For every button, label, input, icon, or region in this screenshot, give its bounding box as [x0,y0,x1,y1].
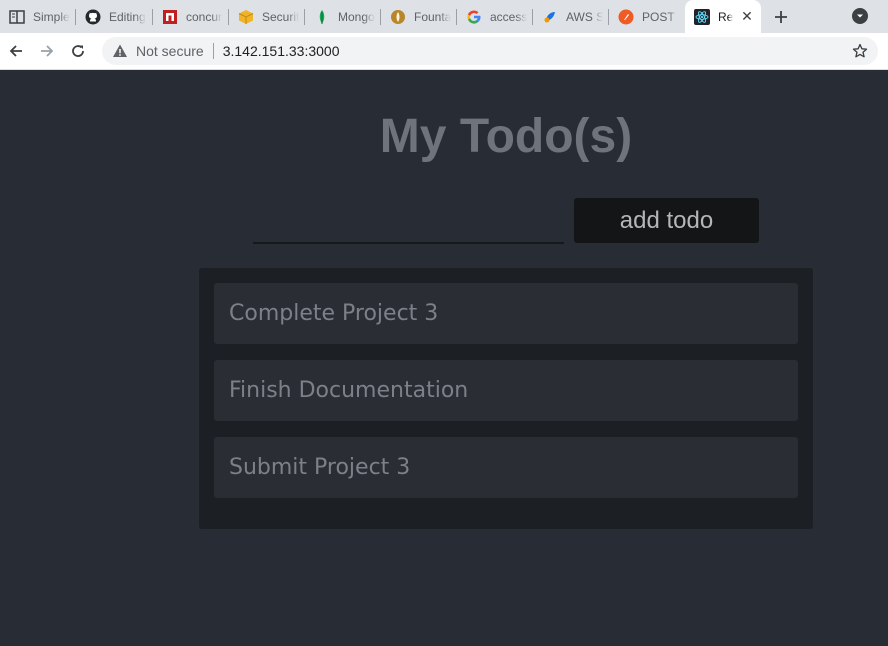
reload-icon [72,45,84,57]
tab-search-button[interactable] [852,8,868,24]
tab-access[interactable]: access [457,0,533,33]
reload-button[interactable] [64,37,92,65]
google-icon [466,9,482,25]
tab-label: Mongo [338,9,375,24]
package-icon [238,9,254,25]
chevron-down-icon [857,14,863,18]
browser-toolbar: Not secure 3.142.151.33:3000 [0,33,888,70]
tab-label: Simple [33,9,70,24]
page-content: My Todo(s) add todo Complete Project 3 F… [0,70,888,646]
leaf-icon [314,9,330,25]
plus-icon [775,11,787,23]
react-icon [694,8,710,25]
warning-icon[interactable] [112,43,128,59]
aws-icon [542,9,558,25]
close-tab-icon[interactable]: ✕ [739,8,755,25]
fountain-icon [390,9,406,25]
todo-input[interactable] [253,216,564,244]
tab-label: Founta [414,9,451,24]
add-todo-button[interactable]: add todo [574,198,759,243]
postman-icon [618,9,634,25]
tab-mongo[interactable]: Mongo [305,0,381,33]
new-tab-button[interactable] [767,3,795,31]
bookmark-star-icon[interactable] [852,43,868,59]
tab-label: Securit [262,9,299,24]
forward-arrow-icon [41,45,54,57]
todo-item[interactable]: Finish Documentation [214,360,798,421]
url-text[interactable]: 3.142.151.33:3000 [223,43,340,59]
tab-aws[interactable]: AWS S [533,0,609,33]
tab-label: Re [718,9,734,24]
todo-item[interactable]: Complete Project 3 [214,283,798,344]
todo-list: Complete Project 3 Finish Documentation … [199,268,813,529]
todo-item[interactable]: Submit Project 3 [214,437,798,498]
n-logo-icon [162,9,178,25]
page-title: My Todo(s) [379,110,633,163]
address-divider [212,43,214,59]
tab-label: concur [186,9,223,24]
tab-label: access [490,9,527,24]
tab-label: POST - [642,9,679,24]
book-icon [9,9,25,25]
tab-label: Editing [109,9,146,24]
tab-simple[interactable]: Simple [0,0,76,33]
tab-post[interactable]: POST - [609,0,685,33]
tab-concur[interactable]: concur [153,0,229,33]
forward-button[interactable] [33,37,61,65]
back-button[interactable] [2,37,30,65]
github-icon [85,9,101,25]
address-bar[interactable]: Not secure 3.142.151.33:3000 [102,37,878,65]
security-label[interactable]: Not secure [136,43,204,59]
tab-label: AWS S [566,9,603,24]
tab-react-app[interactable]: Re ✕ [685,0,761,33]
tab-fountain[interactable]: Founta [381,0,457,33]
tab-security[interactable]: Securit [229,0,305,33]
tab-editing[interactable]: Editing [76,0,153,33]
back-arrow-icon [9,45,22,57]
tab-strip: Simple Editing concur Securit Mongo Foun… [0,0,888,33]
